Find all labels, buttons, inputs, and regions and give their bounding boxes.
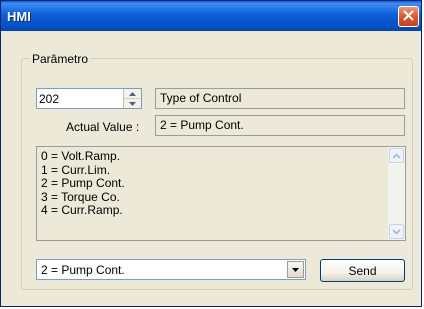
dropdown-arrow-icon: [292, 267, 299, 272]
spinner-buttons: [123, 89, 141, 108]
actual-value-label: Actual Value :: [66, 120, 140, 134]
actual-value-box: 2 = Pump Cont.: [155, 115, 405, 136]
window-title: HMI: [7, 9, 31, 24]
list-item[interactable]: 0 = Volt.Ramp.: [41, 149, 125, 164]
options-list[interactable]: 0 = Volt.Ramp. 1 = Curr.Lim. 2 = Pump Co…: [36, 146, 406, 241]
chevron-down-icon: [392, 228, 401, 235]
scroll-up-button[interactable]: [389, 148, 404, 163]
chevron-up-icon: [392, 152, 401, 159]
arrow-up-icon: [129, 91, 136, 96]
list-item[interactable]: 4 = Curr.Ramp.: [41, 203, 125, 218]
spin-up-button[interactable]: [124, 89, 141, 99]
title-bar[interactable]: HMI: [1, 1, 421, 31]
list-item[interactable]: 3 = Torque Co.: [41, 190, 125, 205]
list-item[interactable]: 2 = Pump Cont.: [41, 176, 125, 191]
parameter-number-spinner[interactable]: [36, 88, 142, 109]
parameter-description: Type of Control: [160, 91, 242, 105]
send-button[interactable]: Send: [320, 259, 405, 282]
scroll-down-button[interactable]: [389, 224, 404, 239]
actual-value: 2 = Pump Cont.: [160, 118, 244, 132]
arrow-down-icon: [129, 101, 136, 106]
spin-down-button[interactable]: [124, 99, 141, 108]
option-selector[interactable]: 2 = Pump Cont.: [36, 259, 306, 280]
parameter-group-label: Parâmetro: [30, 52, 91, 66]
list-item[interactable]: 1 = Curr.Lim.: [41, 163, 125, 178]
options-list-items: 0 = Volt.Ramp. 1 = Curr.Lim. 2 = Pump Co…: [41, 149, 125, 218]
close-icon: [403, 10, 414, 24]
send-button-label: Send: [348, 263, 377, 278]
option-selector-value: 2 = Pump Cont.: [41, 263, 125, 277]
parameter-number-input[interactable]: [39, 91, 117, 106]
dropdown-button[interactable]: [287, 261, 304, 278]
parameter-description-box: Type of Control: [155, 88, 405, 109]
vertical-scrollbar[interactable]: [388, 147, 405, 240]
close-button[interactable]: [398, 6, 419, 27]
